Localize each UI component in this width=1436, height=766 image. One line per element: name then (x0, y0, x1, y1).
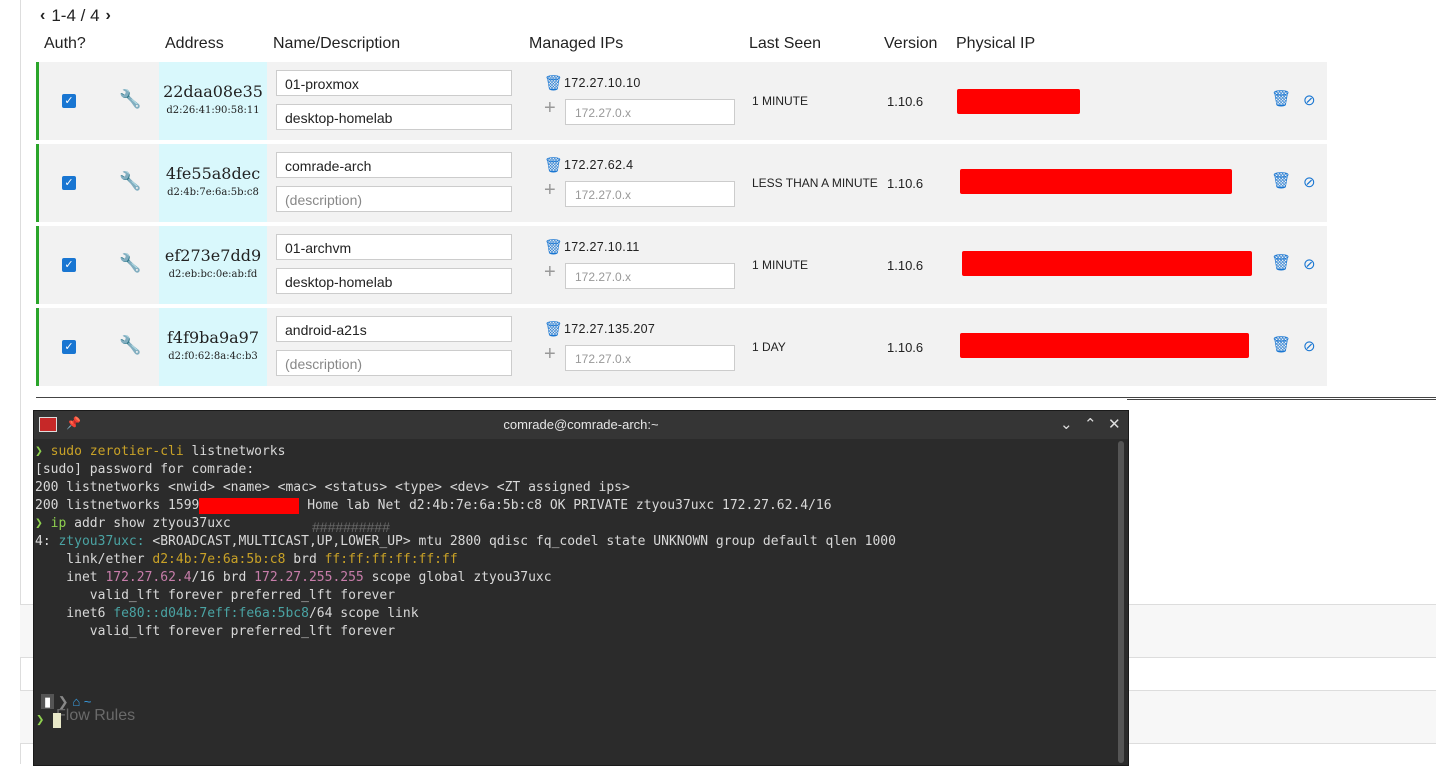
delete-member-icon[interactable]: 🗑 (1271, 171, 1291, 191)
managed-ip: 172.27.10.10 (564, 76, 641, 90)
member-row: ✓ 🔧 22daa08e35 d2:26:41:90:58:11 01-prox… (36, 62, 1327, 140)
pager: ‹ 1-4 / 4 › (40, 6, 111, 26)
nwid-redacted (199, 497, 300, 514)
wrench-icon[interactable]: 🔧 (119, 171, 141, 192)
hide-eye-icon[interactable]: ⊘ (1303, 337, 1316, 355)
divider (36, 397, 1436, 398)
member-description-input[interactable]: desktop-homelab (276, 268, 512, 294)
member-address: f4f9ba9a97 d2:f0:62:8a:4c:b3 (159, 308, 267, 386)
header-physical-ip: Physical IP (956, 35, 1036, 52)
physical-ip-redacted (960, 169, 1232, 194)
next-page-button[interactable]: › (106, 7, 111, 25)
text-cursor (52, 712, 61, 728)
version: 1.10.6 (887, 258, 924, 273)
header-address: Address (165, 35, 224, 52)
auth-checkbox[interactable]: ✓ (62, 94, 76, 108)
trash-icon[interactable]: 🗑 (544, 238, 563, 256)
header-last-seen: Last Seen (749, 35, 822, 52)
plus-icon[interactable]: + (544, 97, 556, 120)
managed-ip: 172.27.10.11 (564, 240, 640, 254)
plus-icon[interactable]: + (544, 179, 556, 202)
chevron-right-icon: ❯ (57, 694, 69, 709)
header-managed-ips: Managed IPs (529, 35, 624, 52)
trash-icon[interactable]: 🗑 (544, 156, 563, 174)
terminal-output[interactable]: ❯ sudo zerotier-cli listnetworks [sudo] … (35, 443, 896, 641)
header-version: Version (884, 35, 938, 52)
auth-checkbox[interactable]: ✓ (62, 176, 76, 190)
wrench-icon[interactable]: 🔧 (119, 89, 141, 110)
hide-eye-icon[interactable]: ⊘ (1303, 91, 1316, 109)
member-description-input[interactable]: (description) (276, 350, 512, 376)
managed-ip: 172.27.135.207 (564, 322, 656, 336)
member-mac: d2:4b:7e:6a:5b:c8 (167, 187, 259, 198)
member-name-input[interactable]: comrade-arch (276, 152, 512, 178)
member-id: 22daa08e35 (163, 82, 263, 101)
trash-icon[interactable]: 🗑 (544, 320, 563, 338)
terminal-titlebar[interactable]: 📌 comrade@comrade-arch:~ ⌄ ⌃ ✕ (34, 411, 1128, 439)
member-address: 22daa08e35 d2:26:41:90:58:11 (159, 62, 267, 140)
hide-eye-icon[interactable]: ⊘ (1303, 173, 1316, 191)
wrench-icon[interactable]: 🔧 (119, 335, 141, 356)
delete-member-icon[interactable]: 🗑 (1271, 253, 1291, 273)
last-seen: 1 DAY (752, 340, 786, 354)
member-address: 4fe55a8dec d2:4b:7e:6a:5b:c8 (159, 144, 267, 222)
delete-member-icon[interactable]: 🗑 (1271, 89, 1291, 109)
minimize-icon[interactable]: ⌄ (1060, 415, 1073, 433)
prev-page-button[interactable]: ‹ (40, 7, 45, 25)
managed-ip: 172.27.62.4 (564, 158, 634, 172)
pager-text: 1-4 / 4 (51, 6, 100, 25)
version: 1.10.6 (887, 340, 924, 355)
divider-right (1127, 399, 1436, 400)
auth-checkbox[interactable]: ✓ (62, 258, 76, 272)
version: 1.10.6 (887, 94, 924, 109)
plus-icon[interactable]: + (544, 343, 556, 366)
member-mac: d2:26:41:90:58:11 (166, 105, 260, 116)
member-mac: d2:eb:bc:0e:ab:fd (168, 269, 258, 280)
member-mac: d2:f0:62:8a:4c:b3 (168, 351, 258, 362)
physical-ip-redacted (957, 89, 1080, 114)
prompt-segment: ▮ ❯ ⌂ ~ (41, 694, 91, 710)
member-row: ✓ 🔧 ef273e7dd9 d2:eb:bc:0e:ab:fd 01-arch… (36, 226, 1327, 304)
member-address: ef273e7dd9 d2:eb:bc:0e:ab:fd (159, 226, 267, 304)
hide-eye-icon[interactable]: ⊘ (1303, 255, 1316, 273)
add-ip-input[interactable]: 172.27.0.x (565, 263, 735, 289)
distro-icon: ▮ (41, 694, 55, 709)
physical-ip-redacted (960, 333, 1249, 358)
version: 1.10.6 (887, 176, 924, 191)
auth-checkbox[interactable]: ✓ (62, 340, 76, 354)
terminal-window[interactable]: 📌 comrade@comrade-arch:~ ⌄ ⌃ ✕ Flow Rule… (33, 410, 1129, 766)
header-name: Name/Description (273, 35, 401, 52)
member-row: ✓ 🔧 f4f9ba9a97 d2:f0:62:8a:4c:b3 android… (36, 308, 1327, 386)
last-seen: 1 MINUTE (752, 94, 809, 108)
member-name-input[interactable]: 01-archvm (276, 234, 512, 260)
physical-ip-redacted (962, 251, 1252, 276)
wrench-icon[interactable]: 🔧 (119, 253, 141, 274)
member-description-input[interactable]: (description) (276, 186, 512, 212)
prompt-path: ~ (83, 694, 92, 709)
plus-icon[interactable]: + (544, 261, 556, 284)
home-icon: ⌂ (72, 694, 81, 709)
header-auth: Auth? (44, 35, 86, 52)
terminal-title: comrade@comrade-arch:~ (503, 417, 659, 432)
maximize-icon[interactable]: ⌃ (1084, 415, 1097, 433)
close-icon[interactable]: ✕ (1108, 415, 1121, 433)
member-description-input[interactable]: desktop-homelab (276, 104, 512, 130)
member-row: ✓ 🔧 4fe55a8dec d2:4b:7e:6a:5b:c8 comrade… (36, 144, 1327, 222)
member-id: 4fe55a8dec (165, 164, 261, 183)
member-id: f4f9ba9a97 (166, 328, 260, 347)
delete-member-icon[interactable]: 🗑 (1271, 335, 1291, 355)
last-seen: 1 MINUTE (752, 258, 809, 272)
member-name-input[interactable]: android-a21s (276, 316, 512, 342)
member-name-input[interactable]: 01-proxmox (276, 70, 512, 96)
last-seen: LESS THAN A MINUTE (752, 176, 878, 190)
member-id: ef273e7dd9 (164, 246, 262, 265)
add-ip-input[interactable]: 172.27.0.x (565, 99, 735, 125)
add-ip-input[interactable]: 172.27.0.x (565, 181, 735, 207)
input-prompt[interactable]: ❯ (36, 712, 61, 728)
add-ip-input[interactable]: 172.27.0.x (565, 345, 735, 371)
terminal-scrollbar[interactable] (1118, 441, 1124, 763)
trash-icon[interactable]: 🗑 (544, 74, 563, 92)
